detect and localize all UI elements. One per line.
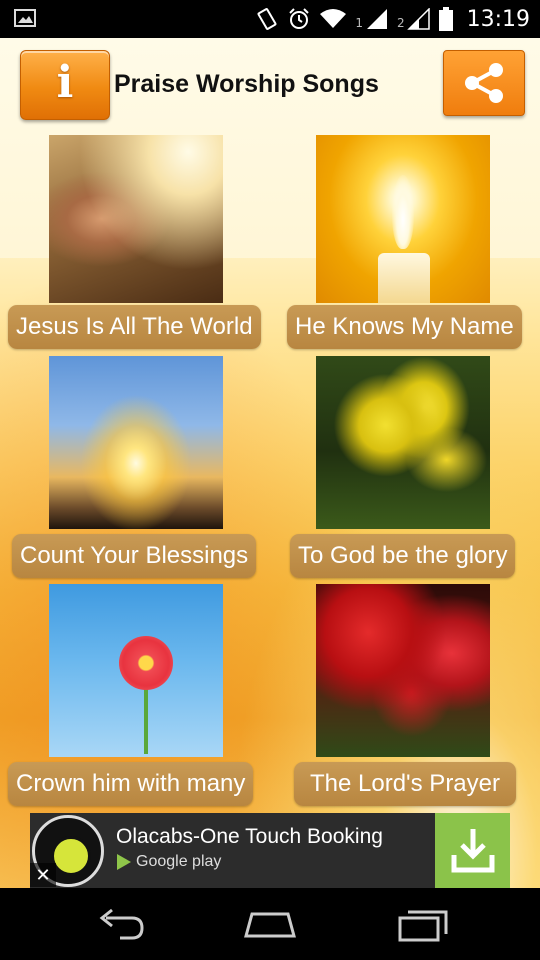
- alarm-icon: [289, 8, 310, 29]
- google-play-badge: Google play: [116, 853, 221, 871]
- song-button-he-knows-my-name[interactable]: He Knows My Name: [287, 305, 522, 349]
- vibrate-icon: [257, 8, 277, 30]
- daffodils-image[interactable]: [316, 356, 490, 529]
- signal-icon-sim1: [366, 9, 387, 29]
- app-screen: i Praise Worship Songs Jesus Is All The …: [0, 38, 540, 888]
- system-nav-bar: [0, 888, 540, 960]
- pink-flower-sky-image[interactable]: [49, 584, 223, 757]
- tulips-butterfly-image[interactable]: [316, 584, 490, 757]
- flower-head: [119, 636, 173, 690]
- candle-wax: [378, 253, 430, 303]
- ola-logo-dot: [51, 836, 91, 876]
- image-notification-icon: [14, 9, 36, 27]
- sim1-label: 1: [355, 16, 363, 30]
- download-icon: [451, 829, 495, 873]
- google-play-icon: [117, 854, 131, 870]
- candle-image[interactable]: [316, 135, 490, 303]
- ad-close-button[interactable]: ✕: [30, 863, 56, 887]
- song-button-jesus-is-all-the-world[interactable]: Jesus Is All The World: [8, 305, 261, 349]
- page-title: Praise Worship Songs: [114, 70, 379, 98]
- home-icon[interactable]: [240, 904, 300, 944]
- song-button-to-god-be-the-glory[interactable]: To God be the glory: [290, 534, 516, 578]
- wifi-icon: [320, 9, 347, 28]
- praying-woman-image[interactable]: [49, 135, 223, 303]
- ad-title[interactable]: Olacabs-One Touch Booking: [116, 825, 383, 849]
- song-button-the-lords-prayer[interactable]: The Lord's Prayer: [294, 762, 516, 806]
- back-icon[interactable]: [90, 904, 150, 944]
- recent-apps-icon[interactable]: [392, 904, 452, 944]
- ad-banner[interactable]: Olacabs-One Touch Booking Google play ✕: [30, 813, 510, 888]
- share-icon: [465, 63, 503, 103]
- share-button[interactable]: [443, 50, 525, 116]
- info-icon: i: [56, 57, 74, 108]
- ad-download-button[interactable]: [435, 813, 510, 888]
- status-bar: 1 2 13:19: [0, 0, 540, 38]
- info-button[interactable]: i: [20, 50, 110, 120]
- flower-stem: [144, 688, 148, 754]
- app-header: i Praise Worship Songs: [0, 38, 540, 130]
- google-play-label: Google play: [136, 853, 222, 870]
- sim2-label: 2: [396, 16, 405, 30]
- song-button-crown-him-with-many[interactable]: Crown him with many: [8, 762, 254, 806]
- sunrise-clouds-image[interactable]: [49, 356, 223, 529]
- clock: 13:19: [466, 6, 530, 32]
- signal-icon-sim2: [406, 8, 430, 30]
- battery-icon: [438, 7, 453, 31]
- song-button-count-your-blessings[interactable]: Count Your Blessings: [12, 534, 257, 578]
- candle-flame: [392, 175, 414, 249]
